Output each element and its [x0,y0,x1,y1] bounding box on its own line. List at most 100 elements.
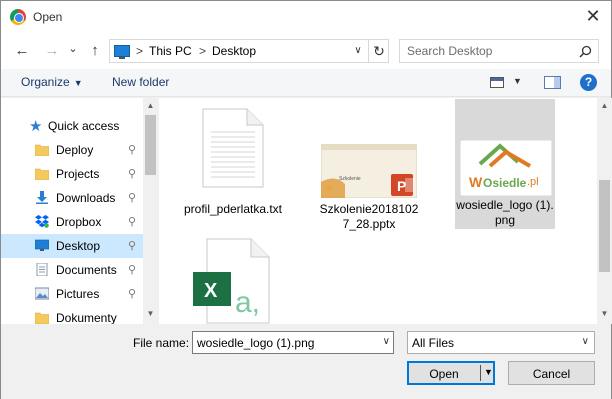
file-list: profil_pderlatka.txt P Szkolenie Szkolen… [159,98,597,324]
file-list-scrollbar[interactable]: ▲ ▼ [597,98,612,324]
scrollbar-thumb[interactable] [599,180,610,272]
sidebar-item-label: Pictures [56,287,100,301]
sidebar-item-label: Dropbox [56,215,102,229]
documents-icon [36,263,48,276]
pin-icon[interactable]: ⚲ [128,143,136,156]
view-options-dropdown[interactable]: ▼ [513,76,522,86]
sidebar-item-projects[interactable]: Projects ⚲ [1,162,143,186]
file-name: profil_pderlatka.txt [183,202,283,216]
pin-icon[interactable]: ⚲ [128,215,136,228]
pin-icon[interactable]: ⚲ [128,191,136,204]
scroll-down-arrow-icon[interactable]: ▼ [143,306,158,321]
pin-icon[interactable]: ⚲ [128,167,136,180]
pin-icon[interactable]: ⚲ [128,287,136,300]
open-button-label: Open [429,367,459,381]
open-button[interactable]: Open ▼ [407,361,495,385]
file-type-value: All Files [412,336,455,350]
file-name-input[interactable] [197,336,372,350]
sidebar-item-label: Quick access [48,119,120,133]
scrollbar-thumb[interactable] [145,115,156,175]
refresh-button[interactable]: ↻ [368,40,389,62]
dialog-footer: File name: ∨ All Files ∨ Open ▼ Cancel [1,324,611,399]
address-bar[interactable]: > This PC > Desktop ∨ ↻ [109,39,389,63]
sidebar-item-desktop[interactable]: Desktop ⚲ [1,234,143,258]
dropbox-icon [35,215,49,228]
scroll-up-arrow-icon[interactable]: ▲ [143,98,158,113]
svg-text:a,: a, [235,286,260,319]
open-split-divider [480,365,481,381]
powerpoint-thumbnail-icon: P [321,144,417,198]
sidebar-item-quick-access[interactable]: ★ Quick access [1,114,143,138]
file-name-combobox[interactable]: ∨ [192,331,394,354]
sidebar-item-deploy[interactable]: Deploy ⚲ [1,138,143,162]
up-button[interactable]: ↑ [84,40,106,62]
organize-label: Organize [21,75,70,89]
file-name: Szkolenie20181027_28.pptx [319,202,419,231]
view-options-icon[interactable] [490,77,504,88]
file-type-dropdown-icon[interactable]: ∨ [582,336,589,347]
logo-text: Osiedle [483,176,527,190]
file-name-label: File name: [133,336,190,350]
sidebar-item-label: Downloads [56,191,116,205]
title-bar: Open ✕ [1,1,611,33]
search-icon[interactable] [579,45,592,58]
svg-text:P: P [397,178,406,194]
search-input[interactable] [407,44,577,58]
sidebar-item-label: Documents [56,263,117,277]
sidebar-item-downloads[interactable]: Downloads ⚲ [1,186,143,210]
navigation-pane: ★ Quick access Deploy ⚲ Projects ⚲ Downl… [1,98,158,324]
sidebar-item-documents[interactable]: Documents ⚲ [1,258,143,282]
scroll-up-arrow-icon[interactable]: ▲ [597,98,612,113]
thumbnail-title: Szkolenie [339,176,361,182]
search-box [399,39,599,63]
back-button[interactable]: ← [11,40,33,62]
folder-icon [35,144,49,156]
close-button[interactable]: ✕ [581,5,605,29]
chrome-icon [10,9,26,25]
command-bar: Organize ▼ New folder ▼ ? [1,69,611,97]
file-item[interactable]: X a, [183,234,283,324]
new-folder-button[interactable]: New folder [112,75,169,89]
quick-access-star-icon: ★ [29,118,43,135]
window-title: Open [33,10,63,24]
help-icon[interactable]: ? [580,74,597,91]
organize-caret-icon: ▼ [73,78,83,88]
organize-button[interactable]: Organize ▼ [21,75,83,89]
text-file-icon [202,108,264,188]
logo-letter-w: W [469,174,483,190]
download-icon [36,191,48,204]
address-dropdown-button[interactable]: ∨ [350,42,366,60]
open-dialog: Open ✕ ← → ⌄ ↑ > This PC > Desktop ∨ ↻ O… [0,0,612,399]
pin-icon[interactable]: ⚲ [128,263,136,276]
sidebar-item-label: Projects [56,167,100,181]
breadcrumb-desktop[interactable]: Desktop [212,44,256,58]
file-item[interactable]: profil_pderlatka.txt [183,102,283,232]
cancel-button[interactable]: Cancel [508,361,595,385]
sidebar-item-label: Desktop [56,239,101,253]
file-type-select[interactable]: All Files ∨ [407,331,595,354]
sidebar-item-label: Dokumenty [56,311,117,324]
navigation-bar: ← → ⌄ ↑ > This PC > Desktop ∨ ↻ [1,33,611,69]
this-pc-icon [114,45,130,59]
forward-button[interactable]: → [41,40,63,62]
scroll-down-arrow-icon[interactable]: ▼ [597,306,612,321]
file-item[interactable]: W Osiedle .pl wosiedle_logo (1).png [455,99,555,229]
breadcrumb-separator: > [199,44,207,58]
sidebar-item-pictures[interactable]: Pictures ⚲ [1,282,143,306]
open-options-caret-icon[interactable]: ▼ [484,367,493,377]
breadcrumb-this-pc[interactable]: This PC [149,44,192,58]
sidebar-item-label: Deploy [56,143,94,157]
folder-icon [35,312,49,324]
breadcrumb-separator: > [136,44,144,58]
desktop-icon [35,239,49,251]
preview-pane-icon[interactable] [544,76,561,89]
sidebar-item-dokumenty[interactable]: Dokumenty [1,306,143,324]
recent-locations-button[interactable]: ⌄ [62,38,84,60]
file-item[interactable]: P Szkolenie Szkolenie20181027_28.pptx [319,102,419,232]
pin-icon[interactable]: ⚲ [128,239,136,252]
file-name-dropdown-icon[interactable]: ∨ [383,336,390,347]
sidebar-item-dropbox[interactable]: Dropbox ⚲ [1,210,143,234]
pictures-icon [35,287,49,300]
sidebar-scrollbar[interactable]: ▲ ▼ [143,98,158,324]
svg-text:X: X [204,280,218,302]
